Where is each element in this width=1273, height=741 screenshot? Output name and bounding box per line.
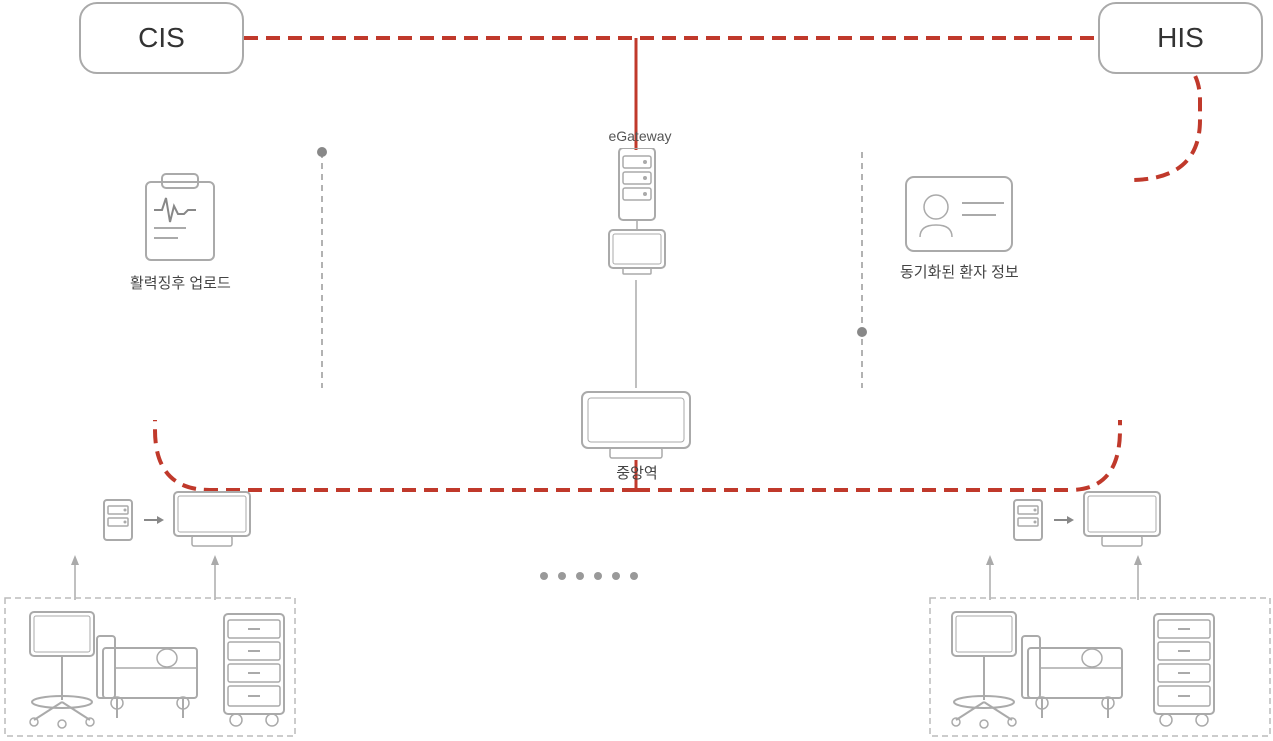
dot-5 [612,572,620,580]
right-vital-monitor [944,610,1024,735]
central-station-icon [580,390,692,467]
center-dots [540,572,638,580]
egateway-icon [601,148,673,283]
vital-upload-block: 활력징후 업로드 [130,168,231,293]
diagram-container: CIS HIS eGateway 중앙역 [0,0,1273,741]
cis-box: CIS [79,2,244,74]
vital-upload-label: 활력징후 업로드 [130,272,231,293]
dot-2 [558,572,566,580]
patient-info-block: 동기화된 환자 정보 [900,175,1019,282]
right-hospital-bed [1020,618,1130,733]
left-bedside-unit [100,490,252,550]
right-med-cart [1148,612,1220,737]
left-vital-monitor [22,610,102,735]
dot-4 [594,572,602,580]
egateway-label: eGateway [590,128,690,144]
dot-6 [630,572,638,580]
cis-label: CIS [138,22,185,54]
left-med-cart [218,612,290,737]
his-label: HIS [1157,22,1204,54]
dot-3 [576,572,584,580]
right-bedside-unit [1010,490,1162,550]
left-hospital-bed [95,618,205,733]
dot-1 [540,572,548,580]
patient-info-label: 동기화된 환자 정보 [900,261,1019,282]
his-box: HIS [1098,2,1263,74]
